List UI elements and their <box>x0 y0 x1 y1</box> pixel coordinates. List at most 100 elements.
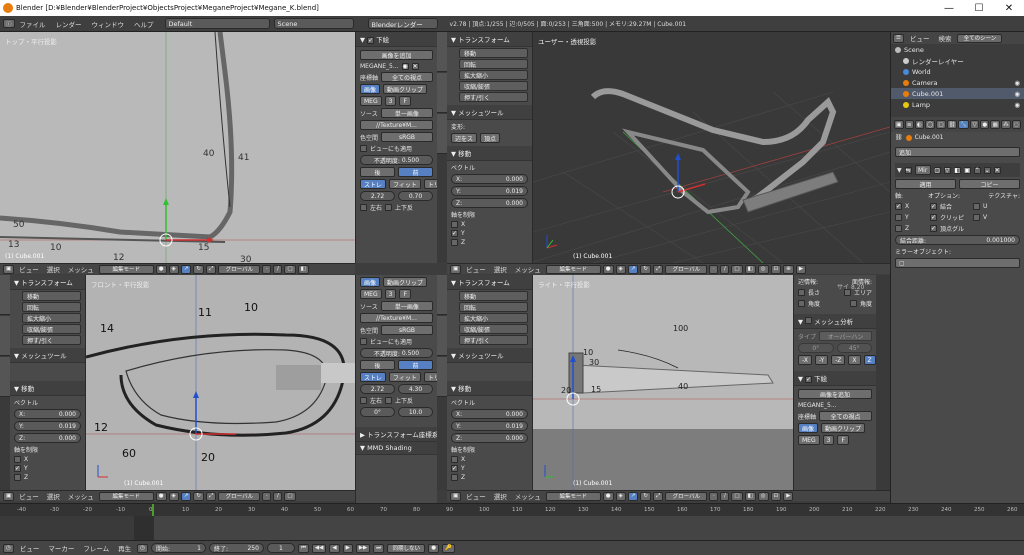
editor-type-icon[interactable]: ▣ <box>450 264 462 274</box>
fit-button[interactable]: フィット <box>389 372 421 382</box>
analysis-type-select[interactable]: オーバーハン <box>819 331 872 341</box>
edge-select-icon[interactable]: / <box>273 491 283 501</box>
opacity-field[interactable]: 不透明度: 0.500 <box>360 155 433 165</box>
proportional-edit-icon[interactable]: ◎ <box>757 264 769 274</box>
face-select-icon[interactable]: ▢ <box>284 491 296 501</box>
orientation-select[interactable]: グローバル <box>218 491 261 501</box>
rotate-manip-icon[interactable]: ↻ <box>193 264 204 274</box>
axis-z-checkbox[interactable] <box>895 225 902 232</box>
object-tab-icon[interactable]: ▢ <box>936 120 946 129</box>
end-frame-field[interactable]: 終了: 250 <box>208 543 264 553</box>
shrink-fatten-button[interactable]: 収縮/膨張 <box>459 81 528 91</box>
menu-mesh[interactable]: メッシュ <box>65 264 97 274</box>
start-frame-field[interactable]: 開始: 1 <box>150 543 206 553</box>
shading-icon[interactable]: ● <box>602 491 614 501</box>
flip-x-checkbox[interactable] <box>360 397 367 404</box>
face-select-icon[interactable]: ▢ <box>731 264 743 274</box>
vertex-group-checkbox[interactable]: ✓ <box>930 225 937 232</box>
menu-select[interactable]: 選択 <box>491 264 510 274</box>
collapse-icon[interactable]: ▼ <box>897 167 902 174</box>
viewport-user-persp[interactable]: ユーザー・透視投影 (1) Cube.001 <box>533 32 890 263</box>
flip-x-checkbox[interactable] <box>360 204 367 211</box>
menu-select[interactable]: 選択 <box>491 491 510 501</box>
image-datablock[interactable]: MEG <box>360 289 382 299</box>
axis-btn[interactable]: -Y <box>814 355 829 365</box>
rotate-manip-icon[interactable]: ↻ <box>640 264 651 274</box>
offset-x-field[interactable]: 0.70 <box>398 191 433 201</box>
rotate-button[interactable]: 回転 <box>22 302 81 312</box>
constraint-y-checkbox[interactable]: ✓ <box>14 465 21 472</box>
snap-icon[interactable]: ⊡ <box>770 491 782 501</box>
manipulator-icon[interactable]: ↗ <box>180 491 192 501</box>
scale-manip-icon[interactable]: ⤢ <box>205 491 217 501</box>
fake-user-button[interactable]: F <box>837 435 849 445</box>
keying-set-icon[interactable]: 🔑 <box>442 543 455 553</box>
menu-select[interactable]: 選択 <box>44 491 63 501</box>
axis-y-checkbox[interactable] <box>895 214 902 221</box>
viewport-front-ortho[interactable]: 14 11 10 12 60 20 フロント・平行投影 (1) Cube.001 <box>86 275 355 490</box>
move-up-icon[interactable]: ⌃ <box>973 166 981 174</box>
push-pull-button[interactable]: 押す/引く <box>22 335 81 345</box>
scale-button[interactable]: 拡大縮小 <box>459 313 528 323</box>
axis-btn[interactable]: Z <box>863 355 876 365</box>
constraint-y-checkbox[interactable]: ✓ <box>451 230 458 237</box>
next-key-icon[interactable]: ▶▶ <box>355 543 371 553</box>
outliner-item-world[interactable]: World <box>891 66 1024 77</box>
menu-mesh[interactable]: メッシュ <box>512 264 544 274</box>
gizmo-z-head[interactable] <box>675 153 681 160</box>
constraint-z-checkbox[interactable] <box>451 239 458 246</box>
rotation-field[interactable]: 0° <box>360 407 395 417</box>
world-tab-icon[interactable]: ◯ <box>924 120 936 129</box>
scale-button[interactable]: 拡大縮小 <box>459 70 528 80</box>
display-mode-select[interactable]: 全てのシーン <box>957 33 1003 43</box>
shading-icon[interactable]: ● <box>155 491 167 501</box>
mode-select[interactable]: 編集モード <box>545 264 601 274</box>
move-down-icon[interactable]: ⌄ <box>983 166 991 174</box>
add-image-button[interactable]: 画像を追加 <box>798 389 872 399</box>
add-image-button[interactable]: 画像を追加 <box>360 50 433 60</box>
gizmo-z-head[interactable] <box>193 391 199 398</box>
close-button[interactable]: ✕ <box>994 0 1024 16</box>
rotate-button[interactable]: 回転 <box>459 59 528 69</box>
menu-help[interactable]: ヘルプ <box>129 19 159 29</box>
merge-distance-field[interactable]: 結合距離: 0.001000 <box>895 235 1020 245</box>
outliner-item-renderlayers[interactable]: レンダーレイヤー <box>891 55 1024 66</box>
manipulator-icon[interactable]: ↗ <box>627 491 639 501</box>
render-icon[interactable]: ▶ <box>795 264 807 274</box>
toolshelf-tab[interactable] <box>437 275 447 315</box>
visibility-icon[interactable]: ◉ <box>1014 90 1020 98</box>
max-angle-field[interactable]: 45° <box>836 343 872 353</box>
fake-user-button[interactable]: F <box>399 96 411 106</box>
view-as-render-checkbox[interactable] <box>360 338 367 345</box>
flip-y-checkbox[interactable] <box>385 204 393 211</box>
outliner-item-lamp[interactable]: Lamp ◉ <box>891 99 1024 110</box>
play-icon[interactable]: ▶ <box>342 543 353 553</box>
outliner-view-menu[interactable]: ビュー <box>907 33 933 43</box>
eye-icon[interactable]: ◉ <box>401 63 409 70</box>
scale-manip-icon[interactable]: ⤢ <box>652 264 664 274</box>
layers-tab-icon[interactable]: ≡ <box>904 120 914 129</box>
render-icon[interactable]: ▣ <box>963 166 971 174</box>
vertex-select-icon[interactable]: · <box>262 264 272 274</box>
move-button[interactable]: 移動 <box>22 291 81 301</box>
stretch-button[interactable]: ストレ <box>360 179 387 189</box>
image-datablock[interactable]: MEG <box>798 435 820 445</box>
colorspace-select[interactable]: sRGB <box>381 132 433 142</box>
vector-y-field[interactable]: Y: 0.019 <box>14 421 81 431</box>
edge-length-checkbox[interactable] <box>798 289 805 296</box>
shrink-fatten-button[interactable]: 収縮/膨張 <box>22 324 81 334</box>
data-tab-icon[interactable]: ▽ <box>970 120 980 129</box>
front-button[interactable]: 前 <box>398 360 433 370</box>
render-icon[interactable]: ▶ <box>783 491 794 501</box>
axis-select[interactable]: 全ての視点 <box>381 72 433 82</box>
render-tab-icon[interactable]: ▣ <box>894 120 904 129</box>
shading-icon[interactable]: ● <box>155 264 167 274</box>
axis-x-checkbox[interactable]: ✓ <box>895 203 902 210</box>
vector-x-field[interactable]: X: 0.000 <box>451 174 528 184</box>
clipping-checkbox[interactable]: ✓ <box>930 214 937 221</box>
outliner-item-camera[interactable]: Camera ◉ <box>891 77 1024 88</box>
maximize-button[interactable]: ☐ <box>964 0 994 16</box>
constraints-tab-icon[interactable]: ⛓ <box>946 120 958 129</box>
toolshelf-tab[interactable] <box>0 275 10 315</box>
vertex-select-icon[interactable]: · <box>709 264 719 274</box>
